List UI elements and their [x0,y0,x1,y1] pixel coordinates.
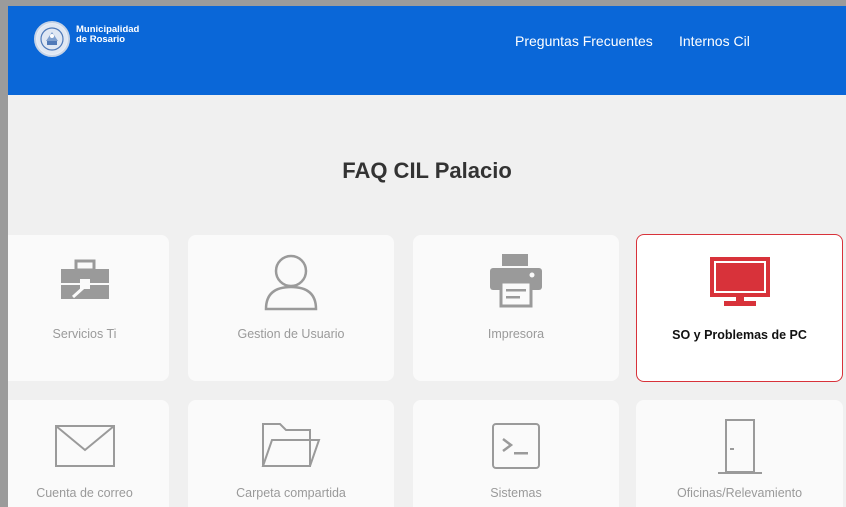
folder-icon [260,420,322,475]
card-label: Cuenta de correo [36,486,133,500]
card-label: Sistemas [490,486,542,500]
card-carpeta-compartida[interactable]: Carpeta compartida [188,400,394,507]
card-sistemas[interactable]: Sistemas [413,400,619,507]
page-title: FAQ CIL Palacio [342,158,512,183]
printer-icon [488,252,544,313]
monitor-icon [709,257,770,314]
nav-link-internos-cil[interactable]: Internos Cil [679,33,750,49]
card-oficinas-relevamiento[interactable]: Oficinas/Relevamiento [636,400,843,507]
brand-line-2: de Rosario [76,34,126,45]
door-icon [716,418,764,481]
card-impresora[interactable]: Impresora [413,235,619,381]
toolbox-icon [59,257,111,306]
municipality-logo-icon[interactable] [34,21,70,57]
card-label: Gestion de Usuario [237,327,345,341]
page-frame: Municipalidad de Rosario Preguntas Frecu… [8,6,846,507]
card-servicios-ti[interactable]: Servicios Ti [8,235,169,381]
card-gestion-de-usuario[interactable]: Gestion de Usuario [188,235,394,381]
nav-link-preguntas-frecuentes[interactable]: Preguntas Frecuentes [515,33,653,49]
envelope-icon [54,424,116,473]
card-label: Servicios Ti [52,327,117,341]
card-label: Impresora [487,327,545,341]
top-header: Municipalidad de Rosario Preguntas Frecu… [8,6,846,95]
card-cuenta-de-correo[interactable]: Cuenta de correo [8,400,169,507]
card-label: SO y Problemas de PC [672,328,807,342]
user-icon [261,253,321,318]
terminal-icon [491,422,541,475]
card-label: Carpeta compartida [236,486,346,500]
card-so-y-problemas-de-pc[interactable]: SO y Problemas de PC [636,234,843,382]
brand-name[interactable]: Municipalidad de Rosario [76,25,139,45]
card-label: Oficinas/Relevamiento [676,486,803,500]
